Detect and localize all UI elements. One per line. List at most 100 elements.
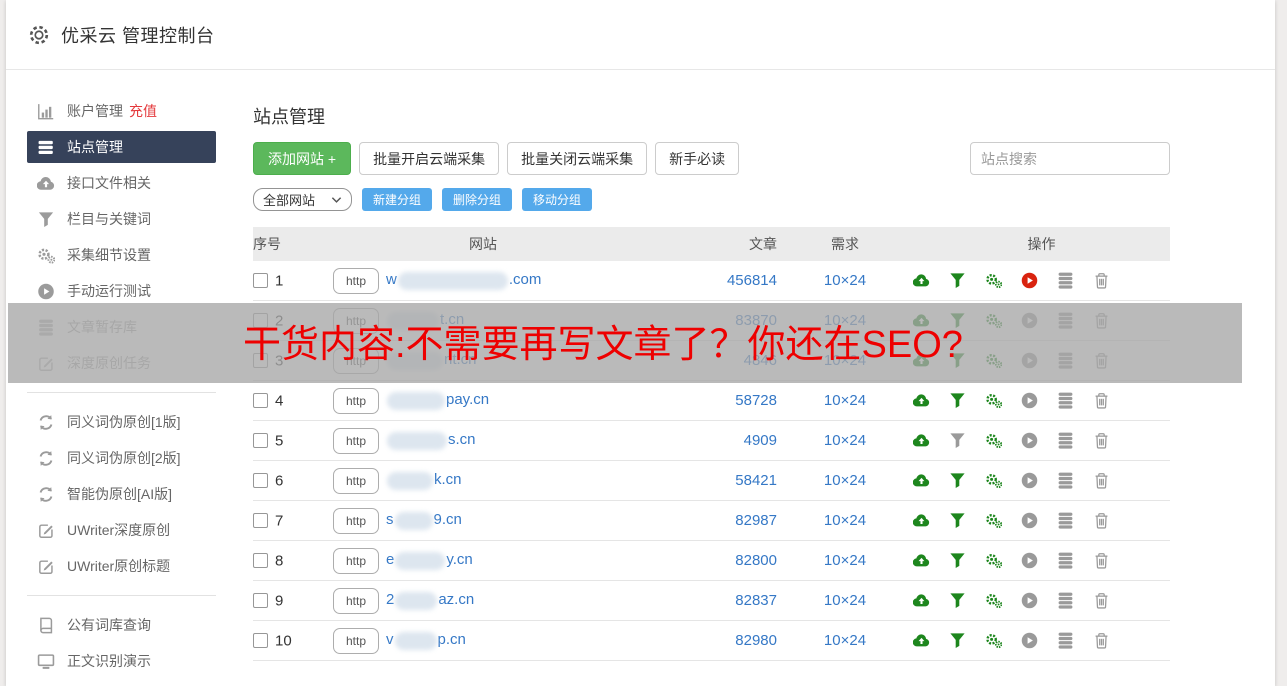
- http-badge[interactable]: http: [333, 547, 379, 574]
- play-icon[interactable]: [1021, 392, 1038, 409]
- funnel-icon[interactable]: [949, 392, 966, 409]
- articles-count-link[interactable]: 456814: [727, 272, 777, 289]
- site-domain[interactable]: w .com: [386, 271, 541, 290]
- sidebar-item-9[interactable]: 同义词伪原创[1版]: [27, 404, 216, 440]
- cloud-upload-icon[interactable]: [913, 472, 930, 489]
- gears-icon[interactable]: [985, 632, 1002, 649]
- articles-count-link[interactable]: 83870: [735, 312, 777, 329]
- newbie-guide-button[interactable]: 新手必读: [655, 142, 740, 175]
- site-domain[interactable]: k.cn: [386, 471, 462, 490]
- play-icon[interactable]: [1021, 432, 1038, 449]
- cloud-upload-icon[interactable]: [913, 632, 930, 649]
- gears-icon[interactable]: [985, 592, 1002, 609]
- row-checkbox[interactable]: [253, 312, 268, 328]
- row-checkbox[interactable]: [253, 392, 268, 408]
- funnel-icon[interactable]: [949, 352, 966, 369]
- http-badge[interactable]: http: [333, 627, 379, 654]
- articles-count-link[interactable]: 4909: [744, 432, 777, 449]
- play-icon[interactable]: [1021, 352, 1038, 369]
- sidebar-item-2[interactable]: 接口文件相关: [27, 165, 216, 201]
- play-icon[interactable]: [1021, 592, 1038, 609]
- site-domain[interactable]: nt.cn: [386, 351, 477, 370]
- site-search-input[interactable]: [970, 142, 1170, 175]
- sidebar-item-11[interactable]: 智能伪原创[AI版]: [27, 476, 216, 512]
- articles-count-link[interactable]: 58421: [735, 472, 777, 489]
- add-site-button[interactable]: 添加网站 +: [253, 142, 352, 175]
- database-icon[interactable]: [1057, 512, 1074, 529]
- group-select[interactable]: 全部网站: [253, 188, 353, 211]
- row-checkbox[interactable]: [253, 352, 268, 368]
- row-checkbox[interactable]: [253, 512, 268, 528]
- gears-icon[interactable]: [985, 432, 1002, 449]
- sidebar-item-13[interactable]: UWriter原创标题: [27, 548, 216, 584]
- database-icon[interactable]: [1057, 352, 1074, 369]
- trash-icon[interactable]: [1093, 312, 1110, 329]
- new-group-button[interactable]: 新建分组: [362, 188, 433, 211]
- move-group-button[interactable]: 移动分组: [522, 188, 593, 211]
- database-icon[interactable]: [1057, 312, 1074, 329]
- gears-icon[interactable]: [985, 512, 1002, 529]
- cloud-upload-icon[interactable]: [913, 392, 930, 409]
- play-icon[interactable]: [1021, 552, 1038, 569]
- articles-count-link[interactable]: 82837: [735, 592, 777, 609]
- cloud-upload-icon[interactable]: [913, 312, 930, 329]
- row-checkbox[interactable]: [253, 472, 268, 488]
- row-checkbox[interactable]: [253, 632, 268, 648]
- articles-count-link[interactable]: 58728: [735, 392, 777, 409]
- funnel-icon[interactable]: [949, 432, 966, 449]
- sidebar-item-10[interactable]: 同义词伪原创[2版]: [27, 440, 216, 476]
- site-domain[interactable]: t.cn: [386, 311, 464, 330]
- site-domain[interactable]: v p.cn: [386, 631, 466, 650]
- site-domain[interactable]: pay.cn: [386, 391, 489, 410]
- row-checkbox[interactable]: [253, 272, 268, 288]
- gears-icon[interactable]: [985, 472, 1002, 489]
- row-checkbox[interactable]: [253, 592, 268, 608]
- gears-icon[interactable]: [985, 272, 1002, 289]
- trash-icon[interactable]: [1093, 432, 1110, 449]
- gears-icon[interactable]: [985, 312, 1002, 329]
- sidebar-item-15[interactable]: 公有词库查询: [27, 607, 216, 643]
- http-badge[interactable]: http: [333, 587, 379, 614]
- site-domain[interactable]: e y.cn: [386, 551, 473, 570]
- cloud-upload-icon[interactable]: [913, 512, 930, 529]
- http-badge[interactable]: http: [333, 507, 379, 534]
- trash-icon[interactable]: [1093, 472, 1110, 489]
- trash-icon[interactable]: [1093, 352, 1110, 369]
- funnel-icon[interactable]: [949, 512, 966, 529]
- cloud-upload-icon[interactable]: [913, 272, 930, 289]
- cloud-upload-icon[interactable]: [913, 352, 930, 369]
- sidebar-item-0[interactable]: 账户管理 充值: [27, 93, 216, 129]
- sidebar-item-12[interactable]: UWriter深度原创: [27, 512, 216, 548]
- trash-icon[interactable]: [1093, 392, 1110, 409]
- site-domain[interactable]: 2 az.cn: [386, 591, 474, 610]
- trash-icon[interactable]: [1093, 512, 1110, 529]
- sidebar-item-7[interactable]: 深度原创任务: [27, 345, 216, 381]
- cloud-upload-icon[interactable]: [913, 592, 930, 609]
- recharge-link[interactable]: 充值: [129, 101, 157, 121]
- articles-count-link[interactable]: 82980: [735, 632, 777, 649]
- articles-count-link[interactable]: 4846: [744, 352, 777, 369]
- trash-icon[interactable]: [1093, 632, 1110, 649]
- play-icon[interactable]: [1021, 472, 1038, 489]
- http-badge[interactable]: http: [333, 267, 379, 294]
- funnel-icon[interactable]: [949, 632, 966, 649]
- articles-count-link[interactable]: 82987: [735, 512, 777, 529]
- http-badge[interactable]: http: [333, 347, 379, 374]
- cloud-upload-icon[interactable]: [913, 432, 930, 449]
- gears-icon[interactable]: [985, 552, 1002, 569]
- http-badge[interactable]: http: [333, 387, 379, 414]
- database-icon[interactable]: [1057, 472, 1074, 489]
- database-icon[interactable]: [1057, 592, 1074, 609]
- site-domain[interactable]: s.cn: [386, 431, 476, 450]
- funnel-icon[interactable]: [949, 312, 966, 329]
- batch-close-collect-button[interactable]: 批量关闭云端采集: [507, 142, 648, 175]
- database-icon[interactable]: [1057, 272, 1074, 289]
- sidebar-item-3[interactable]: 栏目与关键词: [27, 201, 216, 237]
- sidebar-item-1[interactable]: 站点管理: [27, 131, 216, 163]
- sidebar-item-5[interactable]: 手动运行测试: [27, 273, 216, 309]
- trash-icon[interactable]: [1093, 552, 1110, 569]
- site-domain[interactable]: s 9.cn: [386, 511, 462, 530]
- play-icon[interactable]: [1021, 512, 1038, 529]
- database-icon[interactable]: [1057, 392, 1074, 409]
- delete-group-button[interactable]: 删除分组: [442, 188, 513, 211]
